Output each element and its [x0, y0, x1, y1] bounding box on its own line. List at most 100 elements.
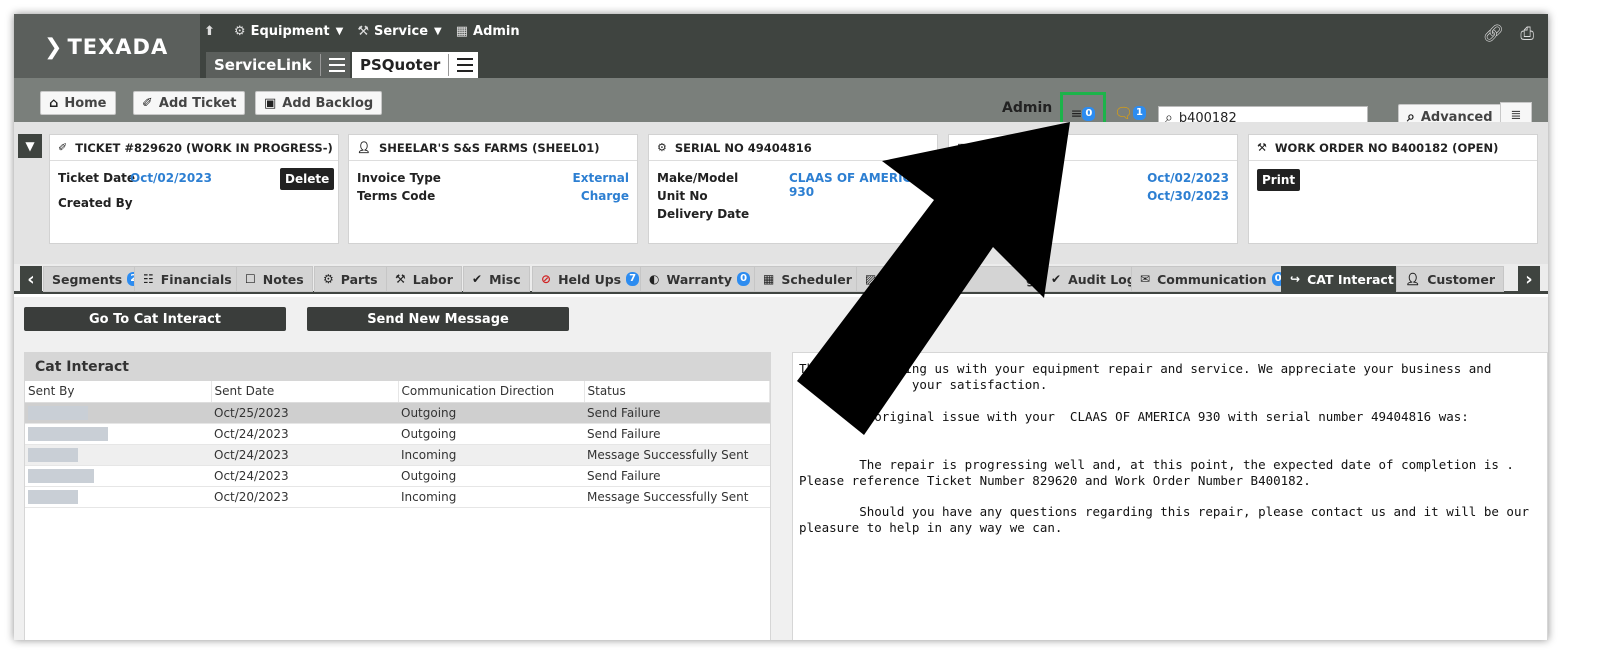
ticket-card-header: ✐ TICKET #829620 (WORK IN PROGRESS-) — [50, 135, 338, 161]
tools-icon: ⚒ — [357, 24, 369, 39]
tab-scroll-left[interactable]: ‹ — [20, 266, 42, 292]
hamburger-icon[interactable] — [319, 54, 345, 76]
link-icon[interactable]: 🔗︎ — [1483, 24, 1505, 44]
ticket-icon: ✐ — [142, 95, 153, 111]
menu-service[interactable]: ⚒ Service ▼ — [357, 24, 441, 39]
table-row[interactable]: Oct/25/2023 Outgoing Send Failure — [25, 402, 770, 424]
table-row[interactable]: Oct/24/2023 Outgoing Send Failure — [25, 465, 770, 487]
envelope-icon: ✉ — [1140, 272, 1151, 286]
menu-up-circle[interactable]: ⬆ — [204, 24, 220, 39]
go-to-cat-interact-button[interactable]: Go To Cat Interact — [24, 307, 286, 331]
table-header-row: Sent By Sent Date Communication Directio… — [25, 381, 770, 403]
menu-service-label: Service — [373, 24, 429, 39]
tab-audit-log[interactable]: ✔ Audit Log — [1042, 266, 1145, 292]
tab-scroll-right[interactable]: › — [1518, 266, 1540, 292]
table-row[interactable]: Oct/20/2023 Incoming Message Successfull… — [25, 486, 770, 508]
dates-value-1[interactable]: Oct/02/2023 — [1147, 171, 1229, 185]
tab-cat-interact[interactable]: ↪ CAT Interact — [1281, 266, 1403, 292]
share-icon: ↪ — [1290, 272, 1301, 286]
tab-misc[interactable]: ✔ Misc — [463, 266, 530, 292]
misc-icon: ✔ — [472, 272, 483, 286]
dates-value-2[interactable]: Oct/30/2023 — [1147, 189, 1229, 203]
ticket-date-label: Ticket Date — [58, 171, 136, 185]
tab-financials[interactable]: ☷ Financials — [134, 266, 241, 292]
table-row[interactable]: Oct/24/2023 Outgoing Send Failure — [25, 423, 770, 445]
notification-icon: ≡ — [1070, 106, 1083, 122]
dates-card-header: ▦ DATES — [949, 135, 1237, 161]
print-button[interactable]: Print — [1257, 169, 1301, 191]
tools-icon: ⚒ — [1257, 141, 1267, 154]
sent-date-cell: Oct/25/2023 — [211, 402, 398, 424]
collapse-button[interactable]: ▼ — [18, 134, 42, 158]
tab-warranty[interactable]: ◐ Warranty 0 — [640, 266, 760, 292]
home-button[interactable]: ⌂ Home — [40, 91, 116, 115]
sent-date-cell: Oct/24/2023 — [211, 423, 398, 445]
add-backlog-button[interactable]: ▣ Add Backlog — [255, 91, 383, 115]
chat-badge: 1 — [1133, 106, 1147, 120]
sent-by-cell — [25, 465, 211, 487]
tab-psquoter[interactable]: PSQuoter — [352, 52, 479, 78]
tab-notes[interactable]: ☐ Notes — [236, 266, 313, 292]
add-ticket-button[interactable]: ✐ Add Ticket — [133, 91, 246, 115]
tab-images[interactable]: ▨ — [856, 266, 893, 292]
col-direction[interactable]: Communication Direction — [398, 381, 585, 403]
status-cell: Message Successfully Sent — [584, 486, 770, 508]
tab-servicelink[interactable]: ServiceLink — [206, 52, 350, 78]
add-backlog-label: Add Backlog — [282, 95, 374, 111]
ticket-date-value[interactable]: Oct/02/2023 — [130, 171, 212, 185]
hamburger-icon[interactable] — [448, 54, 474, 76]
top-bar: ❯ TEXADA ⬆ ⚙ Equipment ▼ ⚒ Service ▼ ▦ Admin 🔗… — [14, 14, 1548, 78]
dates-card: ▦ DATES Oct/02/2023 Oct/30/2023 — [948, 134, 1238, 244]
menu-admin[interactable]: ▦ Admin — [456, 24, 520, 39]
terms-code-label: Terms Code — [357, 189, 436, 203]
tab-servicelink-label: ServiceLink — [214, 56, 312, 74]
admin-label: Admin — [1002, 100, 1053, 116]
col-sent-by[interactable]: Sent By — [25, 381, 212, 403]
top-icons: 🔗︎ ⎙ — [1467, 24, 1534, 44]
printer-icon[interactable]: ⎙ — [1520, 24, 1534, 44]
delivery-date-label: Delivery Date — [657, 207, 750, 221]
col-status[interactable]: Status — [584, 381, 770, 403]
tab-labor[interactable]: ⚒ Labor — [386, 266, 462, 292]
terms-code-value[interactable]: Charge — [581, 189, 629, 203]
table-row[interactable]: Oct/24/2023 Incoming Message Successfull… — [25, 444, 770, 466]
menu-equipment[interactable]: ⚙ Equipment ▼ — [234, 24, 343, 39]
delete-button[interactable]: Delete — [280, 168, 335, 190]
message-preview: Th sting us with your equipment repair a… — [792, 352, 1548, 640]
tab-cat-interact-label: CAT Interact — [1307, 271, 1394, 287]
gears-icon: ⚙ — [233, 24, 246, 39]
redacted-name — [28, 489, 78, 504]
serial-card-header: ⚙ SERIAL NO 49404816 — [649, 135, 937, 161]
caret-down-icon: ▼ — [335, 26, 344, 37]
chevron-down-icon: ▼ — [25, 139, 35, 153]
person-icon: 👤︎ — [1405, 272, 1421, 286]
redacted-name — [28, 468, 94, 483]
home-label: Home — [64, 95, 107, 111]
direction-cell: Outgoing — [398, 423, 584, 445]
notification-badge: 0 — [1082, 107, 1096, 121]
tab-customer[interactable]: 👤︎ Customer — [1396, 266, 1504, 292]
tab-held-ups[interactable]: ⊘ Held Ups 7 — [532, 266, 649, 292]
header-cards: ▼ ✐ TICKET #829620 (WORK IN PROGRESS-) Ti… — [14, 122, 1548, 264]
send-new-message-button[interactable]: Send New Message — [307, 307, 569, 331]
tab-partial[interactable]: g — [954, 266, 1044, 292]
col-sent-date[interactable]: Sent Date — [211, 381, 399, 403]
make-model-value[interactable]: CLAAS OF AMERICA / 930 — [789, 171, 937, 199]
wrench-icon: ⚒ — [395, 272, 406, 286]
ticket-icon: ✐ — [58, 141, 68, 154]
texada-logo[interactable]: ❯ TEXADA — [14, 14, 200, 78]
invoice-type-value[interactable]: External — [573, 171, 629, 185]
tab-segments-label: Segments — [52, 271, 123, 287]
work-order-card: ⚒ WORK ORDER NO B400182 (OPEN) Print — [1248, 134, 1538, 244]
logo-chevron-icon: ❯ — [44, 35, 64, 60]
tab-scheduler[interactable]: ▦ Scheduler — [754, 266, 861, 292]
chat-button[interactable]: 🗨︎ 1 — [1114, 104, 1147, 122]
tab-parts[interactable]: ⚙ Parts — [314, 266, 387, 292]
tab-warranty-badge: 0 — [737, 272, 751, 286]
tab-warranty-label: Warranty — [666, 271, 733, 287]
tab-communication[interactable]: ✉ Communication 0 — [1131, 266, 1294, 292]
work-order-title: WORK ORDER NO B400182 (OPEN) — [1274, 140, 1499, 155]
customer-card-header: 👤︎ SHEELAR'S S&S FARMS (SHEEL01) — [349, 135, 637, 161]
dates-title: DATES — [975, 140, 1017, 155]
direction-cell: Incoming — [398, 444, 584, 466]
